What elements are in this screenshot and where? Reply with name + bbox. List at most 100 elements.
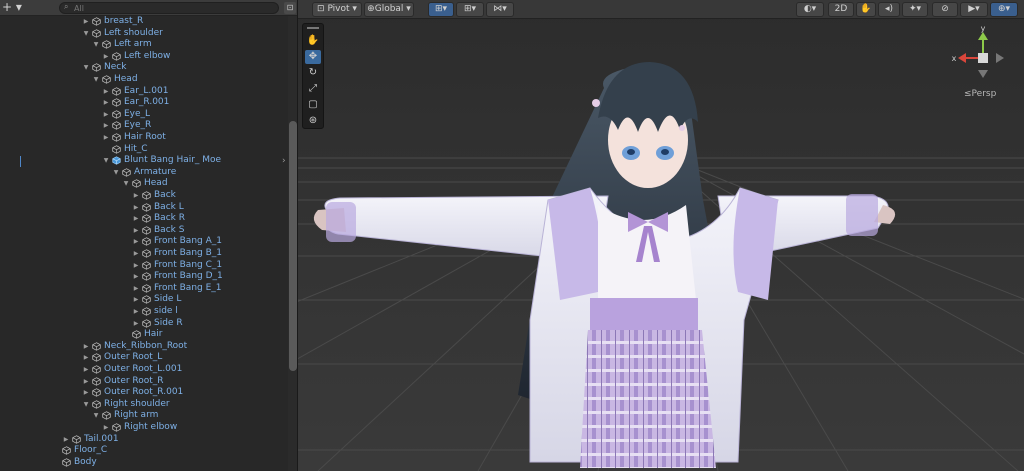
expand-arrow-down-icon[interactable]: ▼ [92, 410, 100, 422]
tree-row[interactable]: ▶ Front Bang B_1 [0, 248, 288, 260]
audio-toggle[interactable]: ◂) [878, 2, 900, 17]
expand-arrow-right-icon[interactable]: ▶ [132, 202, 140, 214]
expand-arrow-down-icon[interactable]: ▼ [82, 62, 90, 74]
tree-row[interactable]: Hit_C [0, 144, 288, 156]
expand-arrow-right-icon[interactable]: ▶ [102, 120, 110, 132]
palette-grip[interactable] [307, 27, 319, 29]
scene-view[interactable]: ⊡ Pivot ▾ ⊕Global ▾ ⊞▾ ⊞▾ ⋈▾ ◐▾ 2D ✋ ◂) … [298, 0, 1024, 471]
expand-arrow-right-icon[interactable]: ▶ [82, 376, 90, 388]
expand-arrow-right-icon[interactable]: ▶ [62, 434, 70, 446]
grid-visibility-toggle[interactable]: ⊞▾ [456, 2, 484, 17]
increment-snap-toggle[interactable]: ⋈▾ [486, 2, 514, 17]
expand-arrow-right-icon[interactable]: ▶ [82, 387, 90, 399]
tree-row[interactable]: ▼ Left shoulder [0, 28, 288, 40]
tree-row[interactable]: ▶ Ear_L.001 [0, 86, 288, 98]
tree-row[interactable]: ▶ Outer Root_R.001 [0, 387, 288, 399]
tree-row[interactable]: ▶ Front Bang D_1 [0, 271, 288, 283]
tree-row[interactable]: ▶ Left elbow [0, 51, 288, 63]
expand-arrow-down-icon[interactable]: ▼ [112, 167, 120, 179]
tree-row[interactable]: ▶ Hair Root [0, 132, 288, 144]
lighting-toggle[interactable]: ✋ [856, 2, 876, 17]
tree-row[interactable]: Floor_C [0, 445, 288, 457]
global-dropdown[interactable]: ⊕Global ▾ [364, 2, 414, 17]
tree-row[interactable]: ▶ Back L [0, 202, 288, 214]
tree-row[interactable]: ▶ Right elbow [0, 422, 288, 434]
expand-arrow-right-icon[interactable]: ▶ [102, 97, 110, 109]
lock-icon[interactable]: ⊡ [284, 2, 296, 14]
tree-row[interactable]: ▶ Tail.001 [0, 434, 288, 446]
move-tool[interactable]: ✥ [305, 50, 321, 64]
expand-arrow-right-icon[interactable]: ▶ [132, 225, 140, 237]
hierarchy-scrollbar-thumb[interactable] [289, 121, 297, 371]
grid-snap-toggle[interactable]: ⊞▾ [428, 2, 454, 17]
expand-arrow-right-icon[interactable]: ▶ [132, 260, 140, 272]
expand-arrow-right-icon[interactable]: ▶ [102, 422, 110, 434]
expand-arrow-right-icon[interactable]: ▶ [102, 109, 110, 121]
projection-toggle[interactable]: ≤Persp [964, 89, 996, 99]
expand-arrow-right-icon[interactable]: ▶ [132, 271, 140, 283]
expand-arrow-right-icon[interactable]: ▶ [132, 190, 140, 202]
expand-arrow-down-icon[interactable]: ▼ [82, 28, 90, 40]
2d-toggle[interactable]: 2D [828, 2, 854, 17]
expand-arrow-right-icon[interactable]: ▶ [132, 306, 140, 318]
expand-arrow-down-icon[interactable]: ▼ [82, 399, 90, 411]
tree-row[interactable]: ▶ Outer Root_L [0, 352, 288, 364]
add-object-button[interactable]: + ▾ [2, 1, 24, 15]
tree-row[interactable]: ▶ breast_R [0, 16, 288, 28]
camera-dropdown[interactable]: ▶▾ [960, 2, 988, 17]
expand-arrow-right-icon[interactable]: ▶ [82, 364, 90, 376]
tree-row[interactable]: ▶ Eye_R [0, 120, 288, 132]
tree-row[interactable]: ▶ Side R [0, 318, 288, 330]
tree-row[interactable]: Hair [0, 329, 288, 341]
effects-dropdown[interactable]: ✦▾ [902, 2, 928, 17]
tree-row[interactable]: ▶ Outer Root_R [0, 376, 288, 388]
transform-tool[interactable]: ⊛ [305, 114, 321, 128]
tree-row[interactable]: Body [0, 457, 288, 469]
rect-tool[interactable]: ▢ [305, 98, 321, 112]
tree-row[interactable]: ▶ Back S [0, 225, 288, 237]
tree-row[interactable]: ▼ Blunt Bang Hair_ Moe [0, 155, 288, 167]
tree-row[interactable]: ▶ Front Bang C_1 [0, 260, 288, 272]
expand-arrow-down-icon[interactable]: ▼ [92, 39, 100, 51]
expand-arrow-right-icon[interactable]: ▶ [132, 236, 140, 248]
scene-viewport[interactable] [298, 0, 1024, 471]
expand-arrow-right-icon[interactable]: ▶ [132, 248, 140, 260]
tree-row[interactable]: ▼ Neck [0, 62, 288, 74]
tree-row[interactable]: ▶ Side L [0, 294, 288, 306]
tree-row[interactable]: ▶ Front Bang E_1 [0, 283, 288, 295]
tree-row[interactable]: ▼ Armature [0, 167, 288, 179]
tree-row[interactable]: ▼ Right arm [0, 410, 288, 422]
expand-arrow-down-icon[interactable]: ▼ [122, 178, 130, 190]
pivot-dropdown[interactable]: ⊡ Pivot ▾ [312, 2, 362, 17]
tree-row[interactable]: ▶ Neck_Ribbon_Root [0, 341, 288, 353]
tree-row[interactable]: ▶ Outer Root_L.001 [0, 364, 288, 376]
expand-arrow-down-icon[interactable]: ▼ [102, 155, 110, 167]
hierarchy-search[interactable]: ⌕ [59, 2, 279, 14]
shading-mode-dropdown[interactable]: ◐▾ [796, 2, 824, 17]
tree-row[interactable]: ▶ side l [0, 306, 288, 318]
expand-arrow-right-icon[interactable]: ▶ [102, 132, 110, 144]
tree-row[interactable]: ▶ Back R [0, 213, 288, 225]
expand-arrow-right-icon[interactable]: ▶ [102, 86, 110, 98]
expand-arrow-right-icon[interactable]: ▶ [132, 294, 140, 306]
expand-arrow-right-icon[interactable]: ▶ [82, 352, 90, 364]
tree-row[interactable]: ▶ Eye_L [0, 109, 288, 121]
hand-tool[interactable]: ✋ [305, 34, 321, 48]
tree-row[interactable]: ▼ Right shoulder [0, 399, 288, 411]
expand-arrow-right-icon[interactable]: ▶ [82, 16, 90, 28]
tree-row[interactable]: ▼ Head [0, 178, 288, 190]
tree-row[interactable]: ▶ Back [0, 190, 288, 202]
scale-tool[interactable]: ⤢ [305, 82, 321, 96]
expand-arrow-right-icon[interactable]: ▶ [132, 213, 140, 225]
rotate-tool[interactable]: ↻ [305, 66, 321, 80]
expand-arrow-right-icon[interactable]: ▶ [132, 318, 140, 330]
row-expand-chevron-icon[interactable]: › [282, 156, 286, 166]
tree-row[interactable]: ▼ Head [0, 74, 288, 86]
tree-row[interactable]: ▶ Front Bang A_1 [0, 236, 288, 248]
expand-arrow-right-icon[interactable]: ▶ [132, 283, 140, 295]
expand-arrow-right-icon[interactable]: ▶ [102, 51, 110, 63]
expand-arrow-right-icon[interactable]: ▶ [82, 341, 90, 353]
tree-row[interactable]: ▶ Ear_R.001 [0, 97, 288, 109]
gizmos-dropdown[interactable]: ⊕▾ [990, 2, 1018, 17]
expand-arrow-down-icon[interactable]: ▼ [92, 74, 100, 86]
